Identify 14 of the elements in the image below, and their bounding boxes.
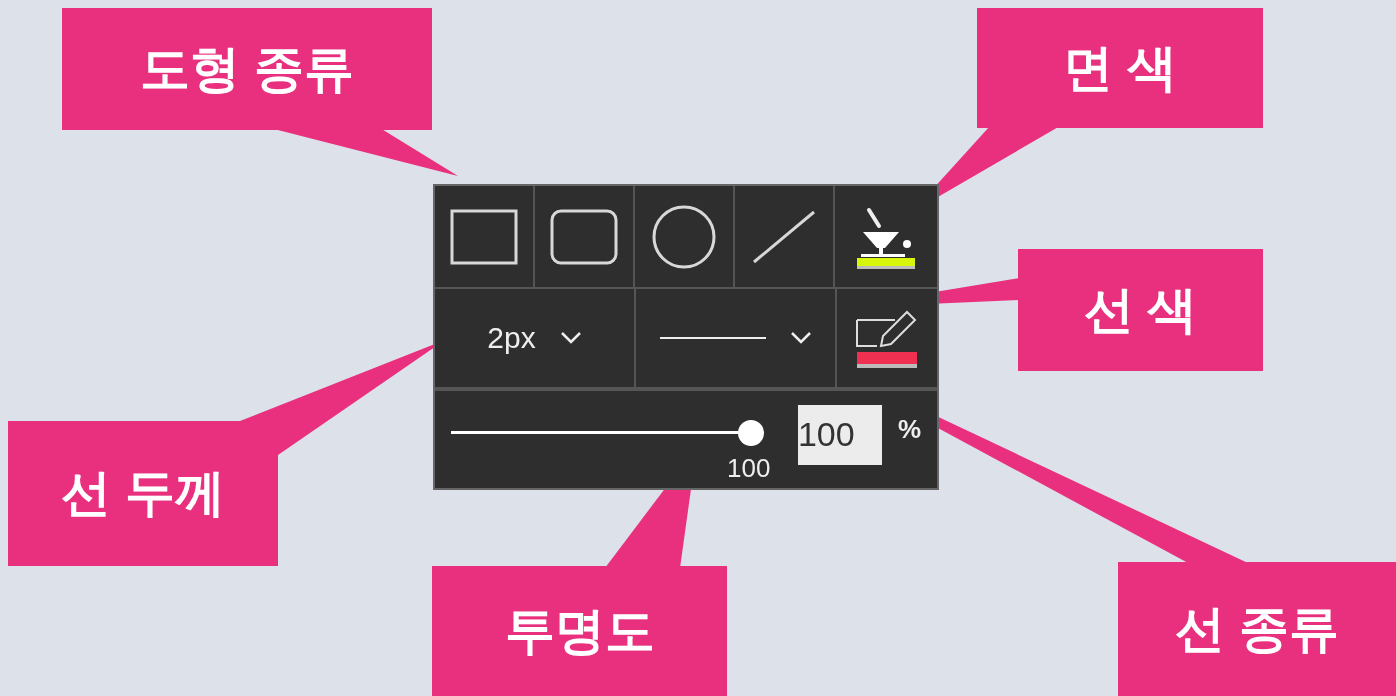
percent-unit: % xyxy=(897,414,921,445)
solid-line-icon xyxy=(659,336,766,340)
line-icon xyxy=(751,208,817,265)
chevron-down-icon xyxy=(789,331,812,345)
opacity-input[interactable]: 100 xyxy=(797,404,882,465)
opacity-slider[interactable] xyxy=(451,419,764,446)
rounded-rectangle-icon xyxy=(549,207,619,266)
chevron-down-icon xyxy=(559,331,582,345)
circle-icon xyxy=(651,203,717,270)
callout-label: 선 두께 xyxy=(8,421,278,566)
callout-label: 선 색 xyxy=(1018,249,1263,371)
callout-label: 선 종류 xyxy=(1118,562,1396,696)
rectangle-icon xyxy=(449,207,519,266)
opacity-reading: 100 xyxy=(727,453,771,484)
